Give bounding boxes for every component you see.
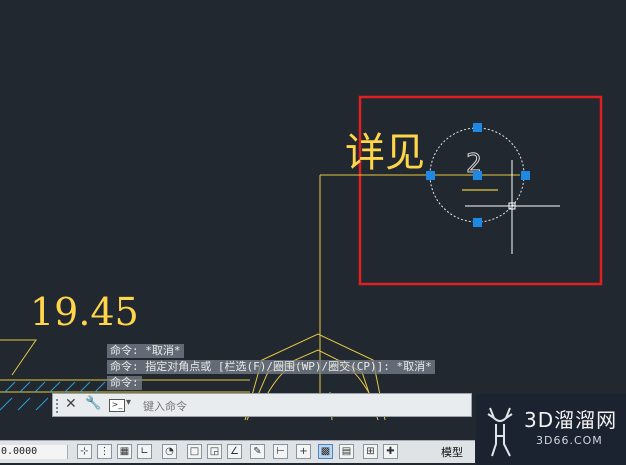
dimension-text[interactable]: 19.45 — [30, 290, 139, 334]
grip-left[interactable] — [426, 171, 435, 180]
command-history-line-3: 命令: — [107, 376, 142, 390]
drag-handle[interactable] — [56, 399, 62, 413]
deer-logo-icon — [487, 407, 513, 457]
command-history-line-1: 命令: *取消* — [107, 344, 184, 358]
crosshair-toggle-icon[interactable]: + — [296, 444, 311, 459]
chevron-down-icon[interactable]: ▾ — [126, 397, 131, 408]
annotation-monitor-icon[interactable]: ✚ — [383, 444, 398, 459]
snap-tracking-icon[interactable]: ◲ — [207, 444, 222, 459]
watermark-brand: 3D溜溜网 — [524, 408, 618, 432]
coordinate-readout: 0.0000 — [0, 445, 68, 459]
dynamic-input-icon[interactable]: ✎ — [250, 444, 265, 459]
command-line-bar[interactable]: ✕ 🔧 >_ ▾ 键入命令 — [52, 393, 472, 417]
transparency-icon[interactable]: ▩ — [318, 444, 333, 459]
dynamic-ucs-icon[interactable]: ∠ — [227, 444, 242, 459]
model-tab[interactable]: 模型 — [441, 444, 463, 460]
command-history-line-2: 命令: 指定对角点或 [栏选(F)/圈围(WP)/圈交(CP)]: *取消* — [107, 360, 435, 374]
grip-top[interactable] — [473, 123, 482, 132]
infer-constraints-icon[interactable]: ⊹ — [77, 444, 92, 459]
quick-properties-icon[interactable]: ▤ — [339, 444, 354, 459]
snap-mode-icon[interactable]: ⋮ — [97, 444, 112, 459]
command-input[interactable]: 键入命令 — [143, 398, 187, 414]
detail-label-text[interactable]: 详见 — [345, 130, 425, 176]
close-icon[interactable]: ✕ — [65, 396, 77, 412]
selection-cycling-icon[interactable]: ⊞ — [363, 444, 378, 459]
grid-display-icon[interactable]: ▦ — [117, 444, 132, 459]
ortho-mode-icon[interactable]: ∟ — [137, 444, 152, 459]
grip-bottom[interactable] — [473, 218, 482, 227]
watermark-site: 3D66.COM — [536, 434, 603, 447]
grip-right[interactable] — [521, 171, 530, 180]
object-snap-icon[interactable]: □ — [187, 444, 202, 459]
watermark-logo: 3D溜溜网 3D66.COM — [476, 394, 626, 465]
polar-tracking-icon[interactable]: ◔ — [162, 444, 177, 459]
grip-center[interactable] — [473, 171, 482, 180]
command-prompt-icon[interactable]: >_ — [109, 399, 125, 412]
lineweight-icon[interactable]: ⊢ — [273, 444, 288, 459]
status-bar: 0.0000 ⊹ ⋮ ▦ ∟ ◔ □ ◲ ∠ ✎ ⊢ + ▩ ▤ ⊞ ✚ 模型 — [0, 440, 475, 463]
wrench-icon[interactable]: 🔧 — [85, 396, 101, 411]
